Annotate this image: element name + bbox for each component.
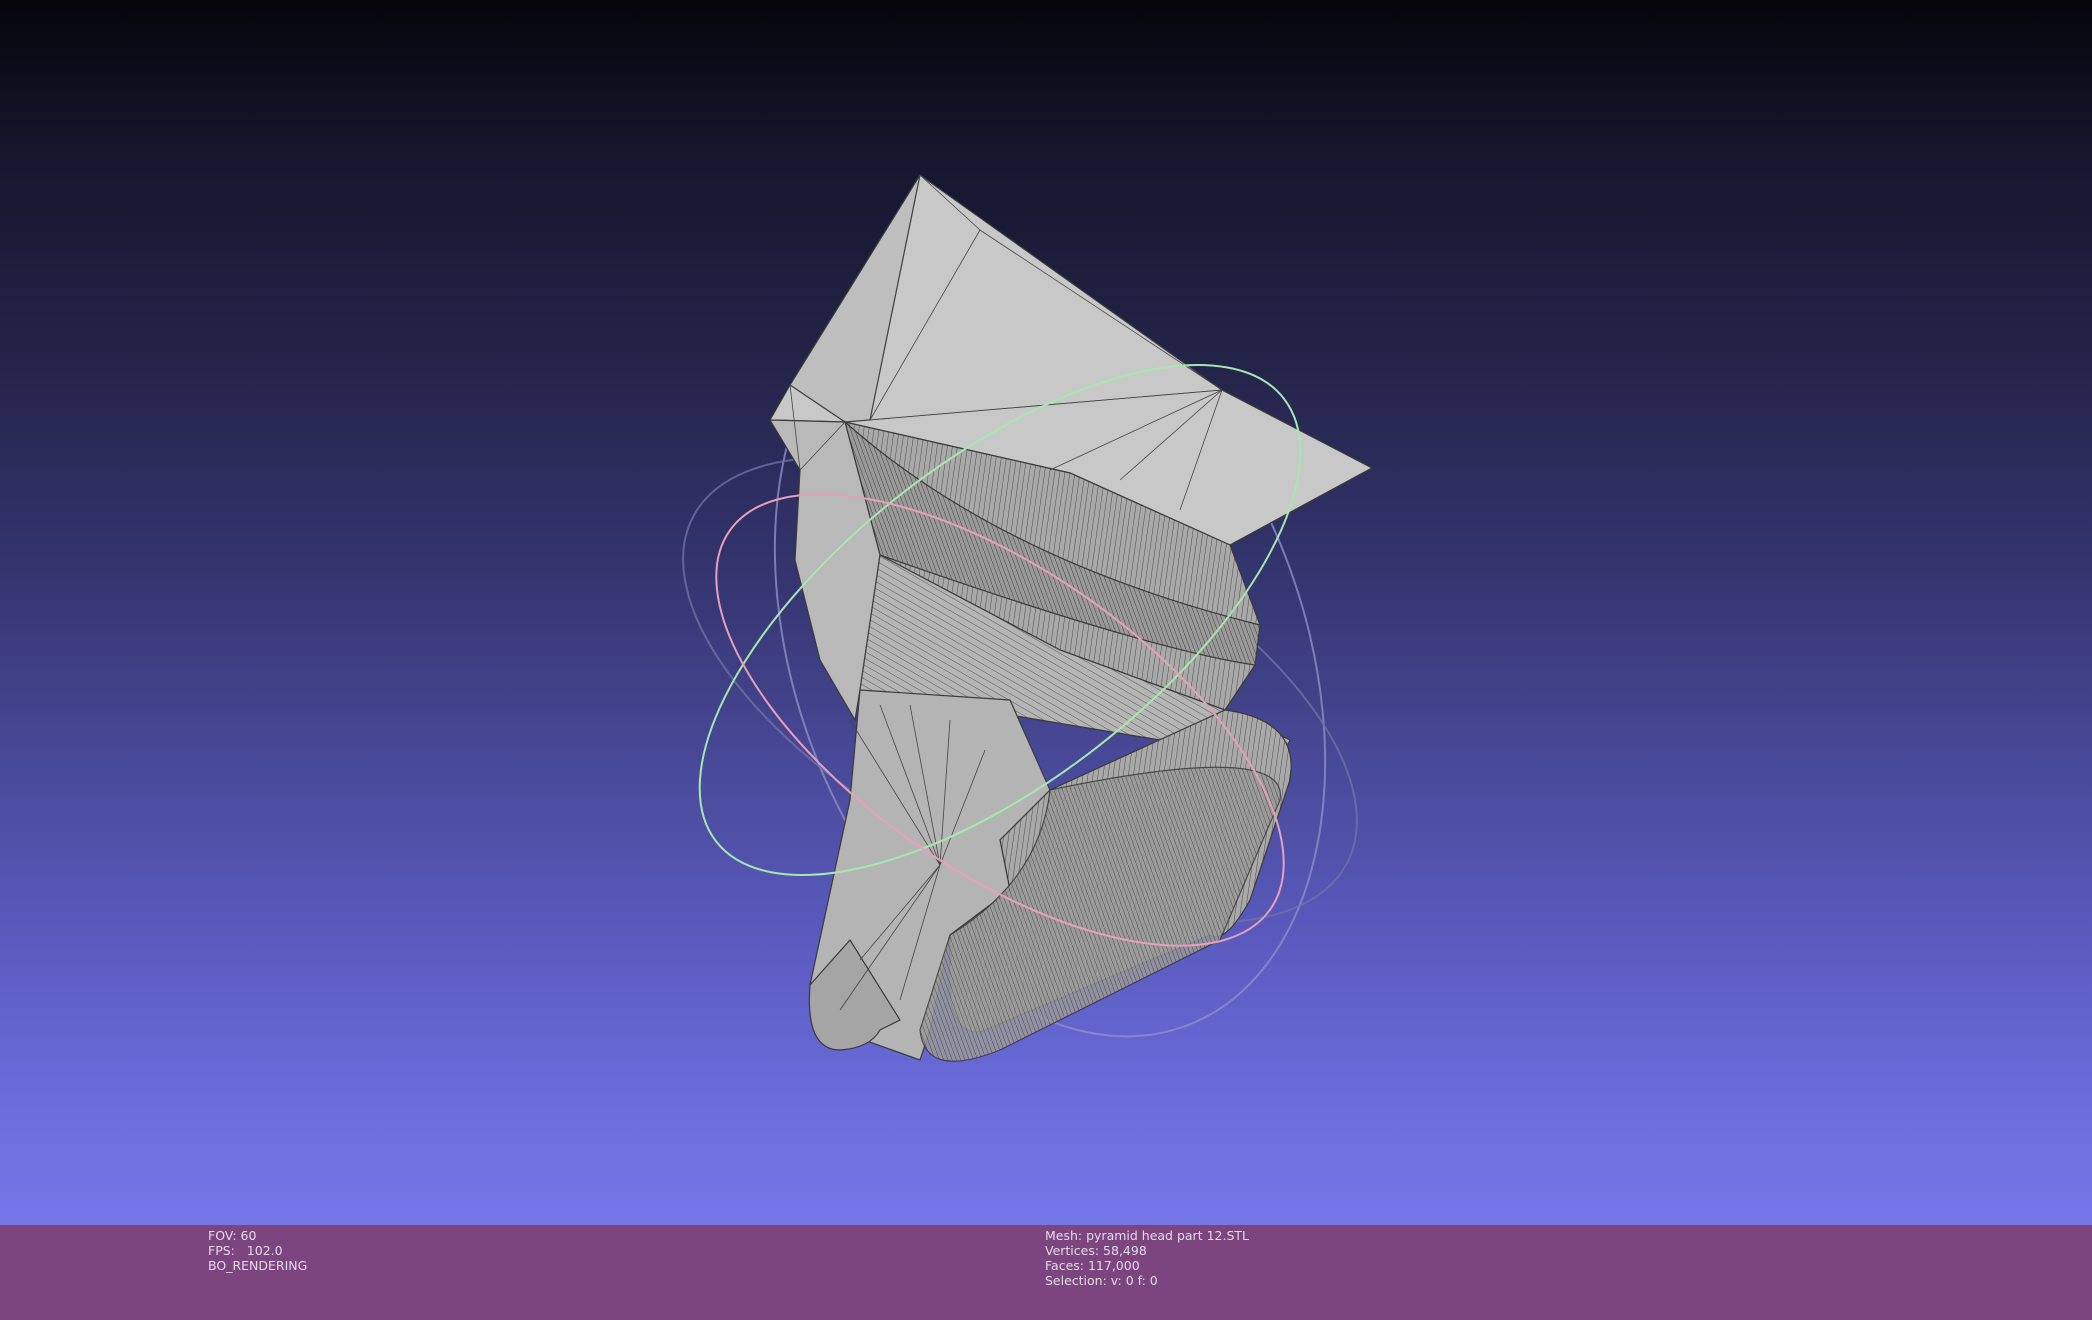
face-count: Faces: 117,000 [1045,1258,1140,1273]
render-mode-readout: BO_RENDERING [208,1258,308,1273]
fps-readout: FPS: 102.0 [208,1243,283,1258]
status-bar: FOV: 60 FPS: 102.0 BO_RENDERING Mesh: py… [0,1225,2092,1320]
mesh-name: Mesh: pyramid head part 12.STL [1045,1228,1249,1243]
render-info-panel: FOV: 60 FPS: 102.0 BO_RENDERING [208,1228,307,1273]
fov-readout: FOV: 60 [208,1228,257,1243]
vertex-count: Vertices: 58,498 [1045,1243,1147,1258]
selection-info: Selection: v: 0 f: 0 [1045,1273,1158,1288]
3d-viewport[interactable] [0,0,2092,1225]
mesh-info-panel: Mesh: pyramid head part 12.STL Vertices:… [1045,1228,1249,1288]
mesh-render [682,174,1374,1062]
mesh-body [768,174,1374,1062]
